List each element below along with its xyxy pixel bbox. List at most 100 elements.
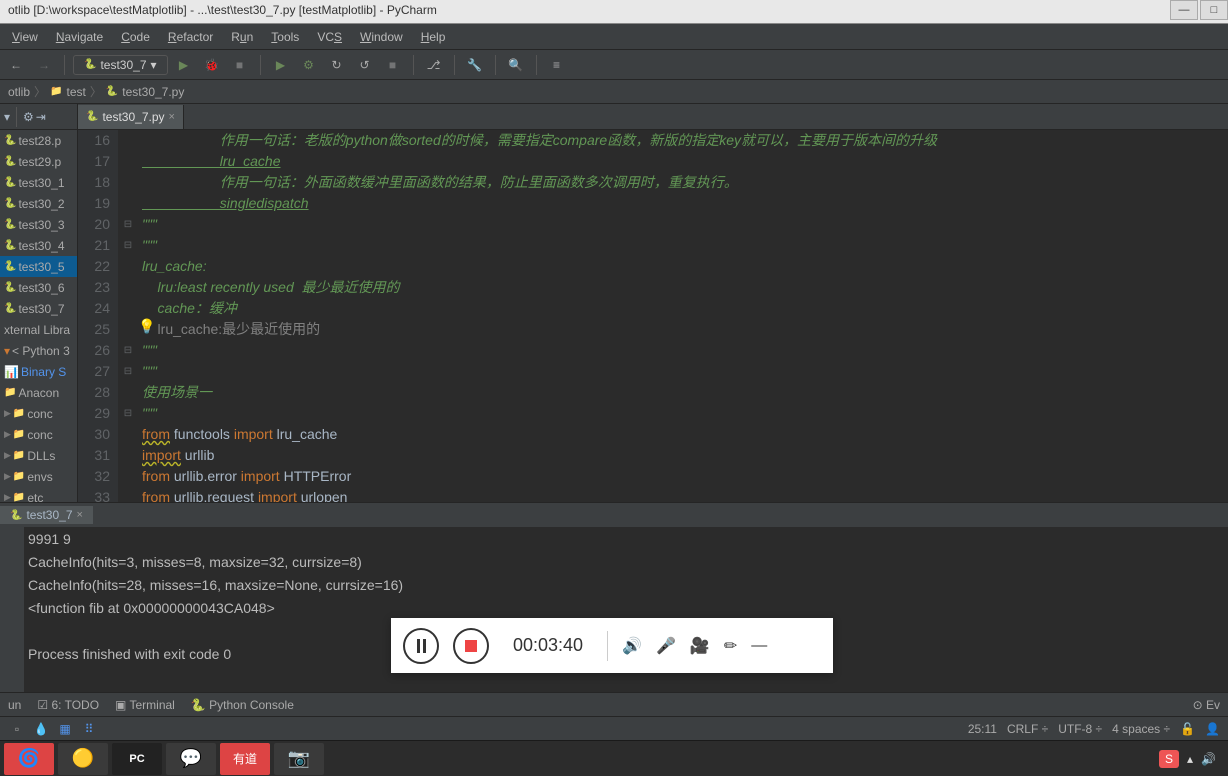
search-button[interactable]: 🔍 xyxy=(504,53,528,77)
folder-item[interactable]: ▶📁etc xyxy=(0,487,77,502)
menu-window[interactable]: Window xyxy=(352,28,411,46)
line-separator[interactable]: CRLF ÷ xyxy=(1007,722,1048,736)
python-console-tab[interactable]: 🐍 Python Console xyxy=(191,698,294,712)
menu-view[interactable]: VViewiew xyxy=(4,28,46,46)
recording-time: 00:03:40 xyxy=(513,635,583,656)
fold-gutter[interactable]: ⊟⊟ ⊟⊟ ⊟ xyxy=(118,130,138,502)
file-item[interactable]: 🐍test30_3 xyxy=(0,214,77,235)
indent-info[interactable]: 4 spaces ÷ xyxy=(1112,722,1170,736)
attach-button[interactable]: ↺ xyxy=(353,53,377,77)
code-editor[interactable]: 161718 192021 222324 252627 282930 31323… xyxy=(78,130,1228,502)
mic-mute-icon[interactable]: 🎤 xyxy=(656,636,676,656)
folder-item[interactable]: ▶📁DLLs xyxy=(0,445,77,466)
file-item[interactable]: 🐍test30_7 xyxy=(0,298,77,319)
vcs-button[interactable]: ⎇ xyxy=(422,53,446,77)
file-item[interactable]: 🐍test30_6 xyxy=(0,277,77,298)
folder-item[interactable]: ▶📁conc xyxy=(0,424,77,445)
menu-navigate[interactable]: Navigate xyxy=(48,28,111,46)
stop-recording-button[interactable] xyxy=(453,628,489,664)
breadcrumb-root[interactable]: otlib xyxy=(8,85,30,99)
menu-help[interactable]: Help xyxy=(413,28,454,46)
editor: 🐍 test30_7.py × 161718 192021 222324 252… xyxy=(78,104,1228,502)
menu-refactor[interactable]: Refactor xyxy=(160,28,221,46)
file-encoding[interactable]: UTF-8 ÷ xyxy=(1058,722,1102,736)
file-item[interactable]: 🐍test28.p xyxy=(0,130,77,151)
grid-icon[interactable]: ⠿ xyxy=(80,720,98,738)
run-button[interactable]: ▶ xyxy=(172,53,196,77)
coverage-run-button[interactable]: ▶ xyxy=(269,53,293,77)
terminal-tool-tab[interactable]: ▣ Terminal xyxy=(115,698,175,712)
taskbar-app-camera[interactable]: 📷 xyxy=(274,743,324,775)
python-icon: 🐍 xyxy=(84,59,96,70)
taskbar-app-browser[interactable]: 🌀 xyxy=(4,743,54,775)
intention-bulb-icon[interactable]: 💡 xyxy=(138,318,154,334)
run-config-selector[interactable]: 🐍 test30_7 ▾ xyxy=(73,55,168,75)
annotate-icon[interactable]: ✏ xyxy=(724,636,737,656)
file-item[interactable]: 🐍test29.p xyxy=(0,151,77,172)
run-tool-tab[interactable]: un xyxy=(8,698,21,712)
folder-item[interactable]: ▶📁envs xyxy=(0,466,77,487)
minimize-recorder-icon[interactable]: — xyxy=(751,637,767,655)
back-button[interactable]: ← xyxy=(4,53,28,77)
debug-button[interactable]: 🐞 xyxy=(200,53,224,77)
collapse-icon[interactable]: ⇥ xyxy=(36,110,46,124)
stop-button[interactable]: ■ xyxy=(228,53,252,77)
maximize-button[interactable]: □ xyxy=(1200,0,1228,20)
pause-recording-button[interactable] xyxy=(403,628,439,664)
taskbar-app-youdao[interactable]: 有道 xyxy=(220,743,270,775)
screen-recorder-overlay: 00:03:40 🔊 🎤 🎥 ✏ — xyxy=(391,618,833,673)
settings-button[interactable]: 🔧 xyxy=(463,53,487,77)
minimize-button[interactable]: — xyxy=(1170,0,1198,20)
project-tree[interactable]: ▾ ⚙ ⇥ 🐍test28.p 🐍test29.p 🐍test30_1 🐍tes… xyxy=(0,104,78,502)
camera-off-icon[interactable]: 🎥 xyxy=(690,636,710,656)
external-libraries[interactable]: xternal Libra xyxy=(0,319,77,340)
taskbar-app-pycharm[interactable]: PC xyxy=(112,743,162,775)
code-content[interactable]: 作用一句话：老版的python做sorted的时候，需要指定compare函数，… xyxy=(138,130,1228,502)
menu-tools[interactable]: Tools xyxy=(263,28,307,46)
line-gutter: 161718 192021 222324 252627 282930 31323… xyxy=(78,130,118,502)
file-item[interactable]: 🐍test30_4 xyxy=(0,235,77,256)
tool-windows-icon[interactable]: ▫ xyxy=(8,720,26,738)
stop2-button[interactable]: ■ xyxy=(381,53,405,77)
indexing-icon[interactable]: 💧 xyxy=(32,720,50,738)
python-sdk[interactable]: ▾< Python 3 xyxy=(0,340,77,361)
breadcrumb-file[interactable]: test30_7.py xyxy=(122,85,184,99)
run-tabs: 🐍 test30_7 × xyxy=(0,503,1228,527)
cursor-position[interactable]: 25:11 xyxy=(968,722,997,736)
editor-tab[interactable]: 🐍 test30_7.py × xyxy=(78,105,184,129)
taskbar-app-chrome[interactable]: 🟡 xyxy=(58,743,108,775)
menu-code[interactable]: Code xyxy=(113,28,158,46)
profile-button[interactable]: ⚙ xyxy=(297,53,321,77)
gear-icon[interactable]: ⚙ xyxy=(23,110,34,124)
file-item-selected[interactable]: 🐍test30_5 xyxy=(0,256,77,277)
menu-run[interactable]: Run xyxy=(223,28,261,46)
file-item[interactable]: 🐍test30_1 xyxy=(0,172,77,193)
taskbar-app-wechat[interactable]: 💬 xyxy=(166,743,216,775)
main-toolbar: ← → 🐍 test30_7 ▾ ▶ 🐞 ■ ▶ ⚙ ↻ ↺ ■ ⎇ 🔧 🔍 ≡ xyxy=(0,50,1228,80)
run-tab[interactable]: 🐍 test30_7 × xyxy=(0,506,93,524)
inspection-icon[interactable]: 👤 xyxy=(1205,722,1220,736)
volume-icon[interactable]: 🔊 xyxy=(1201,752,1216,766)
concurrency-button[interactable]: ↻ xyxy=(325,53,349,77)
processes-icon[interactable]: ▦ xyxy=(56,720,74,738)
lock-icon[interactable]: 🔓 xyxy=(1180,722,1195,736)
binary-skeletons[interactable]: 📊 Binary S xyxy=(0,361,77,382)
forward-button[interactable]: → xyxy=(32,53,56,77)
chevron-down-icon[interactable]: ▾ xyxy=(4,110,10,124)
structure-button[interactable]: ≡ xyxy=(545,53,569,77)
window-title: otlib [D:\workspace\testMatplotlib] - ..… xyxy=(8,3,437,17)
file-item[interactable]: 🐍test30_2 xyxy=(0,193,77,214)
todo-tool-tab[interactable]: ☑ 6: TODO xyxy=(37,698,99,712)
event-log-tab[interactable]: ⊙ Ev xyxy=(1193,698,1220,712)
menu-vcs[interactable]: VCS xyxy=(309,28,350,46)
close-icon[interactable]: × xyxy=(77,509,83,521)
tray-up-icon[interactable]: ▴ xyxy=(1187,752,1193,766)
breadcrumb-folder[interactable]: test xyxy=(66,85,85,99)
python-icon: 🐍 xyxy=(10,510,22,521)
close-icon[interactable]: × xyxy=(169,111,175,123)
folder-item[interactable]: 📁Anacon xyxy=(0,382,77,403)
ime-icon[interactable]: S xyxy=(1159,750,1179,768)
python-icon: 🐍 xyxy=(86,111,98,122)
volume-icon[interactable]: 🔊 xyxy=(622,636,642,656)
folder-item[interactable]: ▶📁conc xyxy=(0,403,77,424)
